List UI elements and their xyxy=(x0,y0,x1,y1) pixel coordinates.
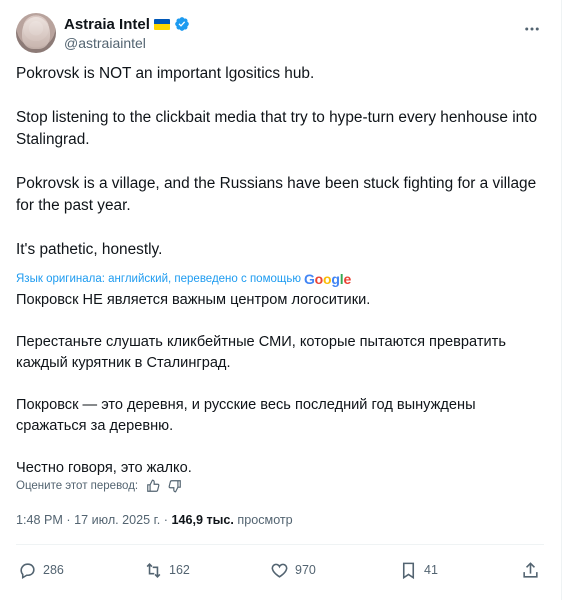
like-count: 970 xyxy=(295,563,316,577)
action-bar: 286 162 970 41 xyxy=(16,555,544,585)
tweet-paragraph: It's pathetic, honestly. xyxy=(16,241,163,258)
translation-rating: Оцените этот перевод: xyxy=(16,477,182,495)
tweet-header: Astraia Intel @astraiaintel xyxy=(16,13,546,57)
reply-button[interactable]: 286 xyxy=(18,555,64,585)
share-icon xyxy=(523,561,538,578)
share-button[interactable] xyxy=(521,555,540,585)
translated-paragraph: Покровск НЕ является важным центром лого… xyxy=(16,292,371,308)
rate-prompt: Оцените этот перевод: xyxy=(16,480,139,492)
avatar[interactable] xyxy=(16,13,56,53)
tweet-card: Astraia Intel @astraiaintel Pokrovsk is … xyxy=(0,0,562,600)
translation-note: Язык оригинала: английский, переведено с… xyxy=(16,273,301,285)
bookmark-icon xyxy=(402,562,415,579)
like-button[interactable]: 970 xyxy=(270,555,316,585)
repost-count: 162 xyxy=(169,563,190,577)
tweet-text: Pokrovsk is NOT an important lgositics h… xyxy=(16,63,542,261)
heart-icon xyxy=(271,563,288,578)
author-name-row: Astraia Intel xyxy=(64,14,190,34)
reply-icon xyxy=(20,562,35,579)
translated-paragraph: Перестаньте слушать кликбейтные СМИ, кот… xyxy=(16,334,511,371)
more-options-button[interactable] xyxy=(518,15,546,43)
translation-attribution[interactable]: Язык оригинала: английский, переведено с… xyxy=(16,271,351,287)
views-label: просмотр xyxy=(237,513,293,527)
repost-icon xyxy=(146,562,161,578)
repost-button[interactable]: 162 xyxy=(144,555,190,585)
tweet-paragraph: Pokrovsk is a village, and the Russians … xyxy=(16,175,541,214)
translated-paragraph: Честно говоря, это жалко. xyxy=(16,460,192,476)
tweet-paragraph: Pokrovsk is NOT an important lgositics h… xyxy=(16,65,315,82)
ukraine-flag-icon xyxy=(153,18,170,30)
meta-separator: · xyxy=(66,513,71,527)
divider xyxy=(16,544,544,545)
author-display-name[interactable]: Astraia Intel xyxy=(64,16,150,33)
author-handle[interactable]: @astraiaintel xyxy=(64,35,146,51)
translated-paragraph: Покровск — это деревня, и русские весь п… xyxy=(16,397,480,434)
tweet-date[interactable]: 17 июл. 2025 г. xyxy=(74,513,160,527)
tweet-time[interactable]: 1:48 PM xyxy=(16,513,63,527)
reply-count: 286 xyxy=(43,563,64,577)
verified-badge-icon xyxy=(175,17,189,31)
translated-text: Покровск НЕ является важным центром лого… xyxy=(16,290,542,500)
google-logo: Google xyxy=(303,271,352,287)
bookmark-count: 41 xyxy=(424,563,438,577)
views-count: 146,9 тыс. xyxy=(171,513,234,527)
bookmark-button[interactable]: 41 xyxy=(399,555,438,585)
tweet-paragraph: Stop listening to the clickbait media th… xyxy=(16,109,542,148)
more-dots-icon xyxy=(525,27,539,31)
tweet-meta: 1:48 PM · 17 июл. 2025 г. · 146,9 тыс. п… xyxy=(16,513,293,527)
thumbs-down-icon[interactable] xyxy=(168,479,182,493)
thumbs-up-icon[interactable] xyxy=(146,479,160,493)
meta-separator: · xyxy=(163,513,168,527)
